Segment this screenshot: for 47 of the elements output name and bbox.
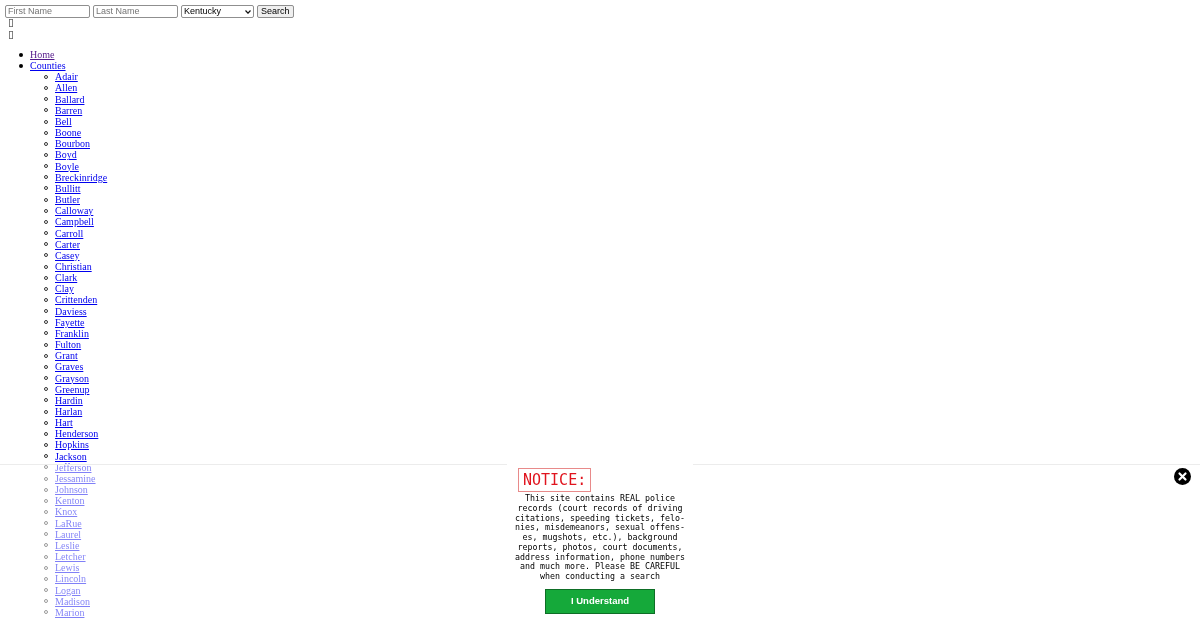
notice-text: This site contains REAL police records (court records of driving citations, speeding tickets, felo- nies, misdemeanors, sexual offens- es, mugshots, etc.), background reports, photos, court documents, address information, phone numbers and much more. Please BE CAREFUL when conducting a search [515, 494, 685, 582]
county-link[interactable]: Boone [55, 127, 82, 139]
county-link[interactable]: Casey [55, 249, 80, 261]
county-link[interactable]: Hardin [55, 394, 83, 406]
county-link[interactable]: Franklin [55, 327, 89, 340]
county-link[interactable]: Bourbon [55, 138, 90, 150]
county-link[interactable]: Grayson [55, 372, 89, 384]
county-link[interactable]: Hart [55, 417, 73, 429]
bullet-icon [19, 52, 23, 57]
county-link[interactable]: Bell [55, 115, 72, 128]
county-link[interactable]: Boyd [55, 149, 77, 161]
county-link[interactable]: Greenup [55, 383, 90, 395]
chevron-down-icon [245, 9, 251, 14]
nav-link[interactable]: Counties [30, 60, 66, 72]
county-link[interactable]: Grant [55, 350, 78, 362]
county-link[interactable]: Crittenden [55, 294, 98, 306]
county-link[interactable]: Bullitt [55, 182, 81, 195]
search-button[interactable]: Search [257, 5, 294, 18]
county-link[interactable]: Adair [55, 71, 78, 83]
county-link[interactable]: Allen [55, 82, 78, 94]
county-link[interactable]: Harlan [55, 406, 83, 418]
state-select[interactable]: Kentucky [181, 5, 254, 18]
county-link[interactable]: Christian [55, 260, 92, 273]
county-link[interactable]: Carter [55, 238, 80, 250]
county-link[interactable]: Boyle [55, 160, 79, 172]
county-link[interactable]: Hopkins [55, 439, 89, 451]
county-link[interactable]: Butler [55, 194, 80, 206]
county-link[interactable]: Ballard [55, 93, 85, 105]
county-link[interactable]: Henderson [55, 428, 99, 440]
first-name-field[interactable]: First Name [5, 5, 90, 18]
county-link[interactable]: Calloway [55, 205, 94, 217]
county-link[interactable]: Fayette [55, 316, 85, 328]
notice-heading: NOTICE: [518, 468, 592, 492]
county-link[interactable]: Daviess [55, 305, 87, 317]
county-link[interactable]: Clark [55, 272, 78, 284]
county-link[interactable]: Barren [55, 104, 83, 116]
county-link[interactable]: Carroll [55, 227, 84, 239]
county-link[interactable]: Jackson [55, 450, 87, 462]
close-icon[interactable] [1174, 468, 1191, 485]
county-link[interactable]: Clay [55, 283, 74, 295]
county-link[interactable]: Breckinridge [55, 171, 108, 183]
county-link[interactable]: Fulton [55, 339, 82, 351]
nav-link[interactable]: Home [30, 49, 55, 61]
county-link[interactable]: Graves [55, 361, 84, 373]
bullet-icon [19, 63, 23, 68]
county-link[interactable]: Campbell [55, 216, 94, 228]
last-name-field[interactable]: Last Name [93, 5, 178, 18]
